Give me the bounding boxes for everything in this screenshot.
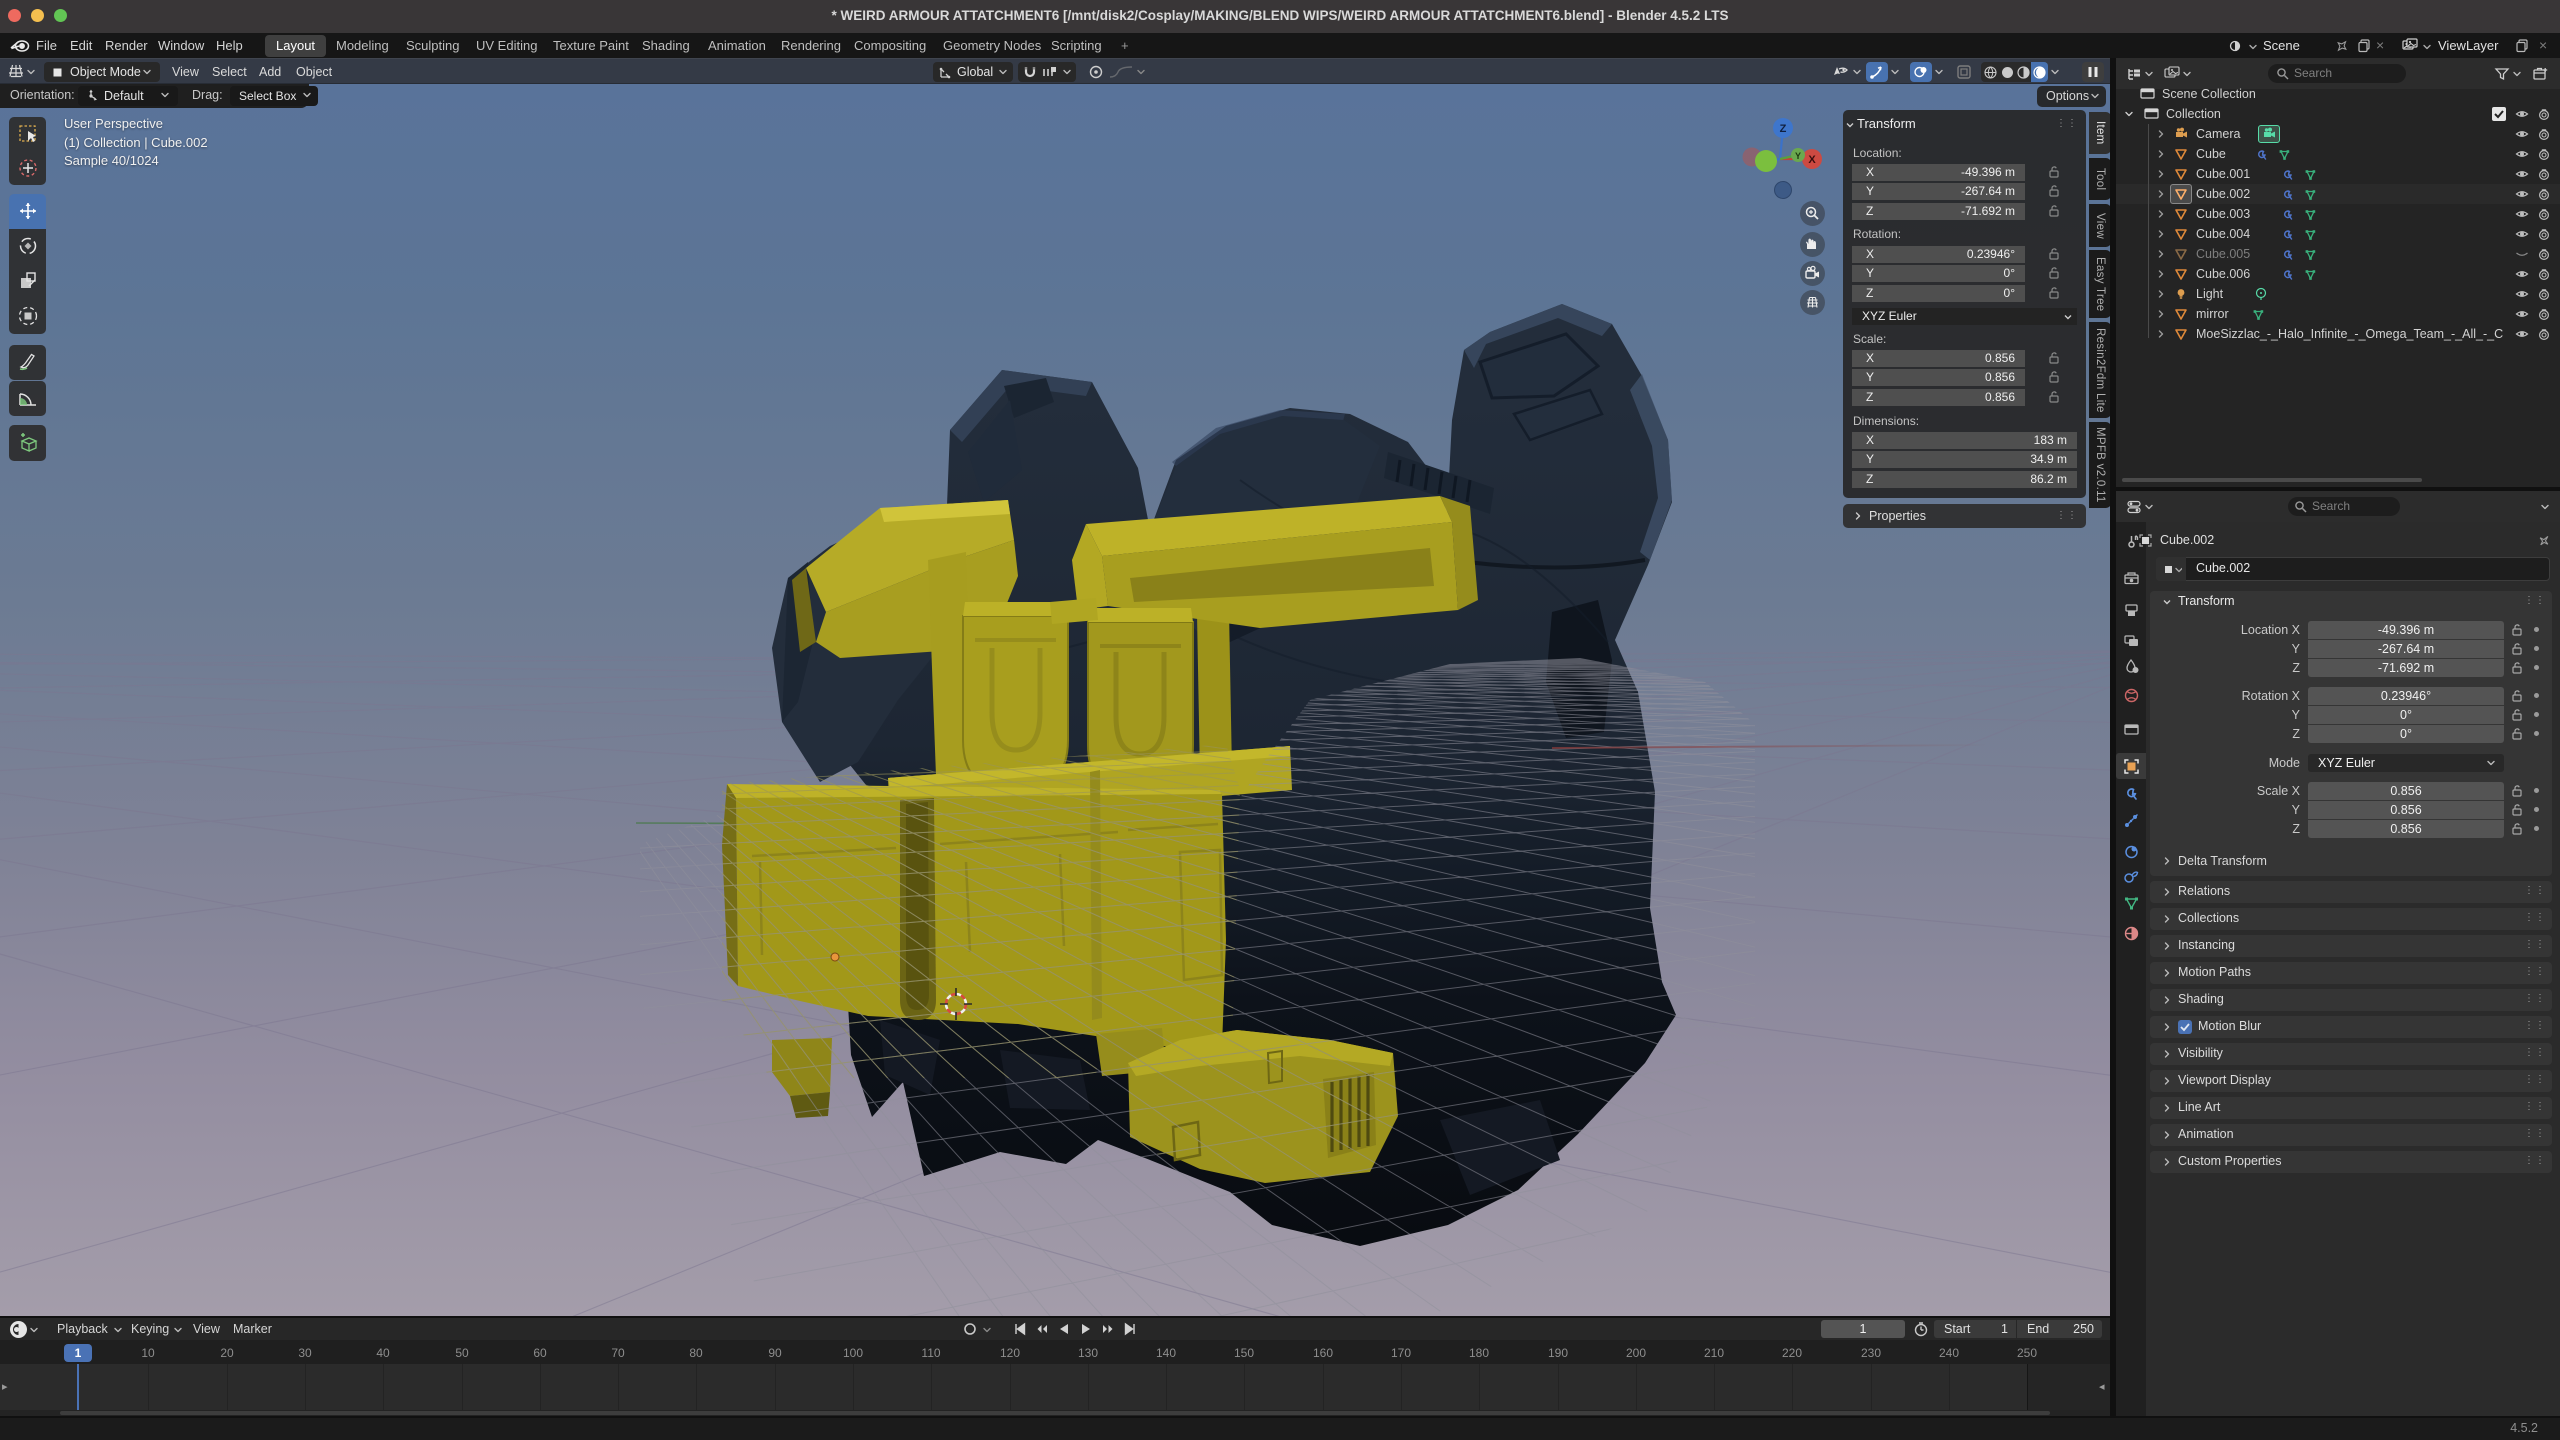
svg-text:Y: Y (1795, 151, 1801, 161)
svg-text:X: X (1808, 154, 1816, 166)
svg-text:Z: Z (1780, 123, 1787, 135)
